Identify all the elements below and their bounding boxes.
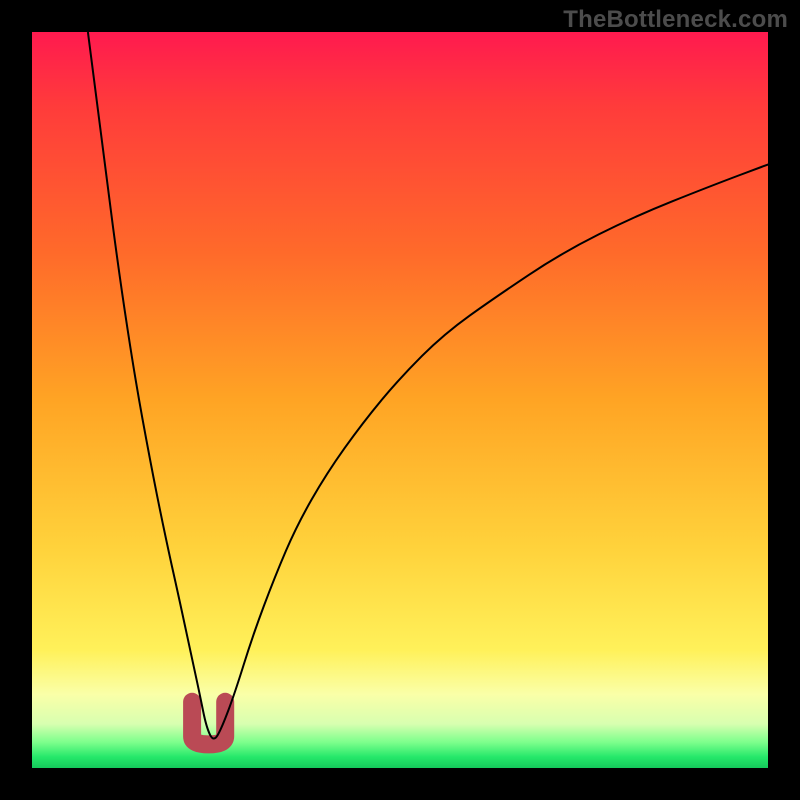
plot-area [32, 32, 768, 768]
main-curve [88, 32, 768, 739]
chart-frame: TheBottleneck.com [0, 0, 800, 800]
watermark-text: TheBottleneck.com [563, 6, 788, 34]
curve-layer [32, 32, 768, 768]
optimum-marker [192, 702, 225, 745]
